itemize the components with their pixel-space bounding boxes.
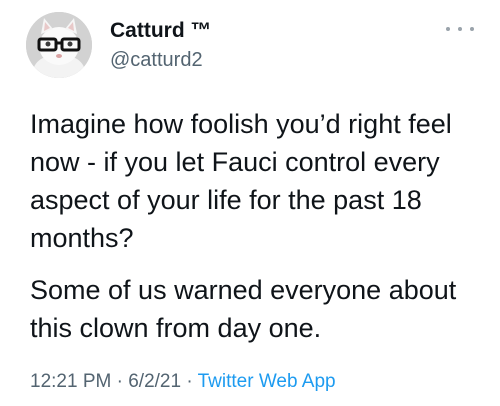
- meta-separator: ·: [116, 371, 123, 392]
- tweet-time[interactable]: 12:21 PM: [30, 371, 111, 392]
- display-name[interactable]: Catturd ™: [110, 18, 212, 44]
- tweet-paragraph: Some of us warned everyone about this cl…: [30, 275, 457, 343]
- avatar[interactable]: [26, 12, 92, 78]
- more-dot: [446, 27, 450, 31]
- tweet-text: Imagine how foolish you’d right feel now…: [30, 105, 485, 347]
- tweet-meta: 12:21 PM · 6/2/21 · Twitter Web App: [30, 370, 336, 394]
- author-names: Catturd ™ @catturd2: [110, 18, 212, 73]
- tweet-header: Catturd ™ @catturd2: [22, 12, 482, 78]
- more-dot: [470, 27, 474, 31]
- tweet-paragraph: Imagine how foolish you’d right feel now…: [30, 109, 452, 253]
- more-options-icon[interactable]: [446, 22, 474, 36]
- user-handle[interactable]: @catturd2: [110, 47, 212, 73]
- meta-separator: ·: [186, 371, 193, 392]
- tweet-source-link[interactable]: Twitter Web App: [198, 371, 336, 392]
- tweet-card: Catturd ™ @catturd2 Imagine how foolish …: [0, 0, 500, 406]
- tweet-date[interactable]: 6/2/21: [128, 371, 181, 392]
- more-dot: [458, 27, 462, 31]
- cat-with-glasses-avatar-icon: [26, 12, 92, 78]
